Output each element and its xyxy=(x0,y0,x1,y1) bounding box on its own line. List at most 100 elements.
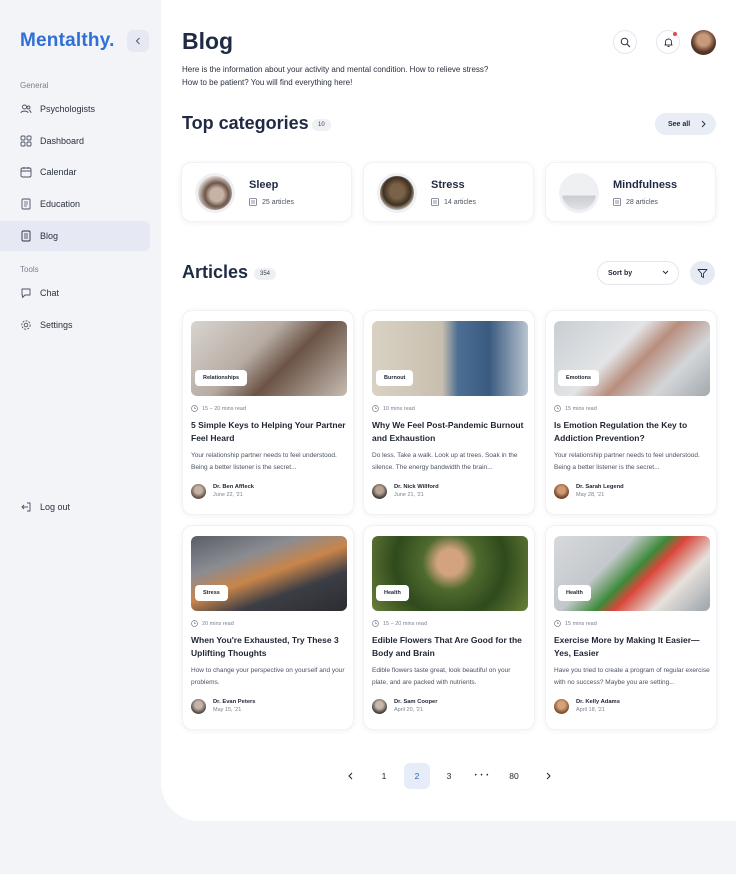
article-tag: Burnout xyxy=(376,370,414,386)
filter-icon xyxy=(697,268,708,278)
article-title[interactable]: When You're Exhausted, Try These 3 Uplif… xyxy=(191,634,349,660)
author-name: Dr. Sarah Legend xyxy=(576,484,624,490)
sidebar-item-label: Chat xyxy=(40,288,60,298)
article-title[interactable]: Is Emotion Regulation the Key to Addicti… xyxy=(554,419,712,445)
clock-icon xyxy=(372,620,379,627)
sort-by-dropdown[interactable]: Sort by xyxy=(597,261,679,285)
clock-icon xyxy=(554,620,561,627)
read-time-text: 15 – 20 mins read xyxy=(202,405,247,412)
sidebar-item-settings[interactable]: Settings xyxy=(0,310,150,340)
author-name: Dr. Ben Affleck xyxy=(213,484,255,490)
article-card[interactable]: Emotions 15 mins read Is Emotion Regulat… xyxy=(545,310,717,515)
article-card[interactable]: Health 15 mins read Exercise More by Mak… xyxy=(545,525,717,730)
article-excerpt: How to change your perspective on yourse… xyxy=(191,667,345,686)
pagination-prev-button[interactable] xyxy=(337,763,363,789)
sidebar-item-education[interactable]: Education xyxy=(0,189,150,219)
article-card[interactable]: Health 15 – 20 mins read Edible Flowers … xyxy=(363,525,535,730)
article-title[interactable]: Why We Feel Post-Pandemic Burnout and Ex… xyxy=(372,419,530,445)
logout-icon xyxy=(20,501,32,513)
category-article-count: 28 articles xyxy=(626,198,658,206)
tools-section-label: Tools xyxy=(20,265,39,274)
article-excerpt: Your relationship partner needs to feel … xyxy=(191,452,337,471)
clock-icon xyxy=(554,405,561,412)
pagination-page[interactable]: 80 xyxy=(501,763,527,789)
categories-title: Top categories xyxy=(182,113,309,133)
search-icon xyxy=(620,37,630,47)
sidebar-item-blog[interactable]: Blog xyxy=(0,221,150,251)
article-excerpt: Do less. Take a walk. Look up at trees. … xyxy=(372,452,518,471)
article-read-time: 15 – 20 mins read xyxy=(191,405,246,412)
gear-icon xyxy=(20,319,32,331)
read-time-text: 20 mins read xyxy=(202,620,234,627)
article-date: May 15, '21 xyxy=(213,707,242,713)
search-button[interactable] xyxy=(613,30,637,54)
users-icon xyxy=(20,103,32,115)
article-card[interactable]: Relationships 15 – 20 mins read 5 Simple… xyxy=(182,310,354,515)
app-logo[interactable]: Mentalthy. xyxy=(20,30,115,52)
article-title[interactable]: 5 Simple Keys to Helping Your Partner Fe… xyxy=(191,419,349,445)
sidebar-item-label: Blog xyxy=(40,231,59,241)
clock-icon xyxy=(191,405,198,412)
sidebar-item-calendar[interactable]: Calendar xyxy=(0,157,150,187)
chat-icon xyxy=(20,287,32,299)
author-name: Dr. Sam Cooper xyxy=(394,699,438,705)
article-card[interactable]: Stress 20 mins read When You're Exhauste… xyxy=(182,525,354,730)
article-author: Dr. Sarah Legend May 28, '21 xyxy=(554,483,714,501)
page-intro: Here is the information about your activ… xyxy=(182,65,489,87)
author-avatar xyxy=(372,484,387,499)
pagination-page-current[interactable]: 2 xyxy=(404,763,430,789)
author-name: Dr. Nick Willford xyxy=(394,484,439,490)
sort-by-label: Sort by xyxy=(608,269,633,277)
user-avatar[interactable] xyxy=(691,30,716,55)
articles-icon xyxy=(431,198,439,206)
category-article-count: 14 articles xyxy=(444,198,476,206)
category-card-mindfulness[interactable]: Mindfulness 28 articles xyxy=(545,162,716,222)
sidebar-item-chat[interactable]: Chat xyxy=(0,278,150,308)
article-read-time: 15 mins read xyxy=(554,620,597,627)
sidebar: Mentalthy. General Psychologists Dashboa… xyxy=(0,0,160,874)
category-image xyxy=(195,173,235,213)
category-card-stress[interactable]: Stress 14 articles xyxy=(363,162,534,222)
sidebar-item-dashboard[interactable]: Dashboard xyxy=(0,126,150,156)
article-author: Dr. Ben Affleck June 22, '21 xyxy=(191,483,351,501)
author-avatar xyxy=(554,699,569,714)
sidebar-item-psychologists[interactable]: Psychologists xyxy=(0,94,150,124)
document-icon xyxy=(20,230,32,242)
read-time-text: 15 – 20 mins read xyxy=(383,620,428,627)
article-author: Dr. Nick Willford June 21, '21 xyxy=(372,483,532,501)
article-author: Dr. Kelly Adams April 18, '21 xyxy=(554,698,714,716)
author-avatar xyxy=(191,699,206,714)
article-title[interactable]: Edible Flowers That Are Good for the Bod… xyxy=(372,634,530,660)
article-tag: Stress xyxy=(195,585,228,601)
clock-icon xyxy=(372,405,379,412)
article-tag: Health xyxy=(558,585,591,601)
category-image xyxy=(377,173,417,213)
page-title: Blog xyxy=(182,28,234,54)
read-time-text: 15 mins read xyxy=(565,620,597,627)
pagination-page[interactable]: 1 xyxy=(371,763,397,789)
see-all-button[interactable]: See all xyxy=(655,113,716,135)
logout-button[interactable]: Log out xyxy=(0,492,150,522)
pagination-page[interactable]: 3 xyxy=(436,763,462,789)
grid-icon xyxy=(20,135,32,147)
read-time-text: 15 mins read xyxy=(565,405,597,412)
collapse-sidebar-button[interactable] xyxy=(127,30,149,52)
article-title[interactable]: Exercise More by Making It Easier—Yes, E… xyxy=(554,634,712,660)
article-date: June 21, '21 xyxy=(394,492,424,498)
category-article-count: 25 articles xyxy=(262,198,294,206)
sidebar-item-label: Dashboard xyxy=(40,136,85,146)
pagination-next-button[interactable] xyxy=(535,763,561,789)
article-date: May 28, '21 xyxy=(576,492,605,498)
sidebar-item-label: Psychologists xyxy=(40,104,96,114)
notifications-button[interactable] xyxy=(656,30,680,54)
category-card-sleep[interactable]: Sleep 25 articles xyxy=(181,162,352,222)
article-author: Dr. Sam Cooper April 20, '21 xyxy=(372,698,532,716)
pagination-ellipsis: • • • xyxy=(474,773,490,779)
main-panel: Blog Here is the information about your … xyxy=(161,0,736,821)
sidebar-item-label: Education xyxy=(40,199,81,209)
category-image xyxy=(559,173,599,213)
article-read-time: 20 mins read xyxy=(191,620,234,627)
chevron-left-icon xyxy=(135,37,140,45)
filter-button[interactable] xyxy=(690,261,715,285)
article-card[interactable]: Burnout 10 mins read Why We Feel Post-Pa… xyxy=(363,310,535,515)
